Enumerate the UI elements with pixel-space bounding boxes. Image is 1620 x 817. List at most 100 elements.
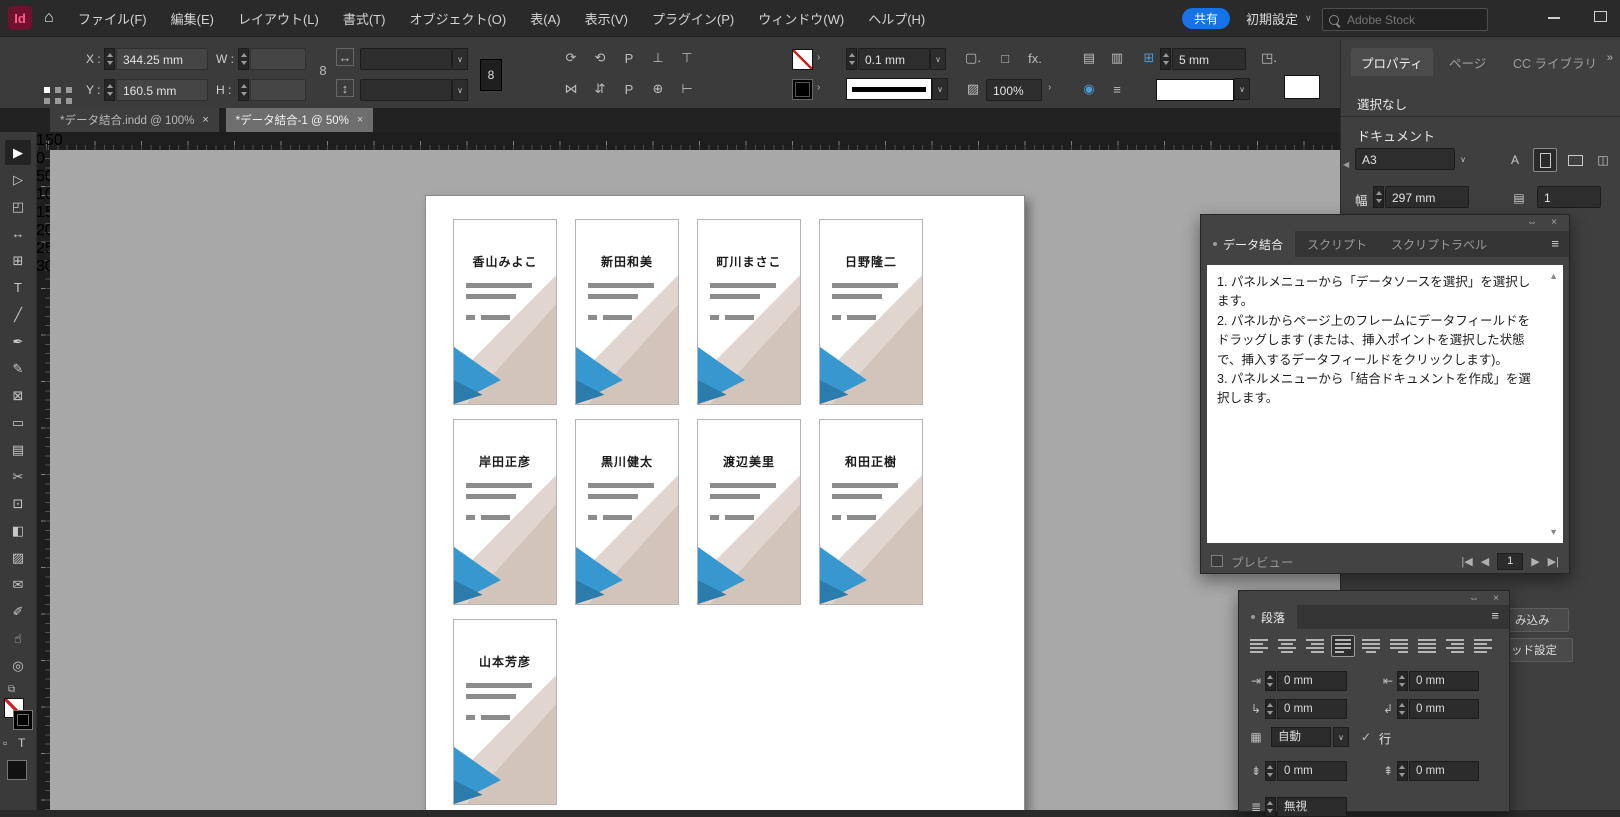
justify-all-button[interactable]	[1415, 635, 1439, 657]
constrain-dimensions-icon[interactable]: 8	[312, 59, 334, 81]
frame-fitting-icon[interactable]: □	[994, 47, 1016, 69]
properties-dock-tab[interactable]: プロパティ	[1351, 48, 1433, 76]
grid-snap-field[interactable]: 無視	[1277, 797, 1347, 817]
line-tool[interactable]: ╱	[5, 302, 31, 327]
document-setup-icon[interactable]: ◫	[1591, 148, 1615, 172]
first-record-icon[interactable]: |◀	[1461, 555, 1472, 568]
frame-tool[interactable]: ⊠	[5, 383, 31, 408]
maximize-icon[interactable]	[1594, 11, 1607, 22]
flip-vertical-icon[interactable]: ⇵	[589, 78, 611, 100]
free-transform-tool[interactable]: ⊡	[5, 491, 31, 516]
gradient-tool[interactable]: ◧	[5, 518, 31, 543]
business-card[interactable]: 日野隆二	[819, 219, 923, 405]
last-record-icon[interactable]: ▶|	[1548, 555, 1559, 568]
align-right-button[interactable]	[1303, 635, 1327, 657]
last-line-indent-field[interactable]: 0 mm	[1409, 699, 1479, 719]
width-value-field[interactable]: 297 mm	[1385, 186, 1469, 208]
formatting-text-icon[interactable]: T	[18, 736, 25, 750]
business-card[interactable]: 渡辺美里	[697, 419, 801, 605]
data-merge-panel-tab[interactable]: スクリプト	[1295, 231, 1379, 257]
record-number-field[interactable]: 1	[1497, 553, 1523, 570]
business-card[interactable]: 香山みよこ	[453, 219, 557, 405]
corner-radius-stepper[interactable]	[1160, 48, 1171, 70]
dock-collapse-chevron-icon[interactable]: ◀	[1343, 160, 1349, 169]
selection-tool[interactable]: ▶	[5, 140, 31, 165]
stroke-weight-chevron-icon[interactable]: ∨	[930, 48, 946, 70]
units-icon[interactable]: A	[1503, 148, 1527, 172]
grid-snap-stepper[interactable]	[1265, 797, 1276, 817]
live-corner-icon[interactable]: ⊞	[1138, 47, 1160, 69]
screen-mode-icon[interactable]	[7, 760, 27, 780]
justify-last-center-button[interactable]	[1359, 635, 1383, 657]
left-indent-field[interactable]: 0 mm	[1277, 671, 1347, 691]
corner-options-icon[interactable]: ▢.	[962, 47, 984, 69]
type-tool[interactable]: T	[5, 275, 31, 300]
landscape-orientation-icon[interactable]	[1563, 148, 1587, 172]
document-tab[interactable]: *データ結合.indd @ 100%×	[50, 108, 219, 132]
hand-tool[interactable]: ☝	[5, 626, 31, 651]
share-button[interactable]: 共有	[1182, 8, 1230, 29]
stroke-swatch-black[interactable]	[792, 79, 813, 100]
page-tool[interactable]: ◰	[5, 194, 31, 219]
vertical-ruler[interactable]: 050100150200250300	[36, 150, 50, 810]
workspace-switcher[interactable]: 初期設定 ∨	[1246, 0, 1312, 36]
menu-item[interactable]: 表示(V)	[585, 9, 628, 28]
properties-dock-tab[interactable]: ページ	[1439, 48, 1496, 76]
constrain-scale-icon[interactable]: 8	[480, 59, 502, 91]
document-page[interactable]: 香山みよこ新田和美町川まさこ日野隆二岸田正彦黒川健太渡辺美里和田正樹山本芳彦	[425, 195, 1025, 810]
swatch-bar-chevron-icon[interactable]: ∨	[1234, 78, 1250, 100]
flip-horizontal-icon[interactable]: ⋈	[560, 78, 582, 100]
formatting-container-icon[interactable]: ▫	[3, 736, 7, 750]
grid-settings-button-partial[interactable]: ッド設定	[1503, 638, 1573, 662]
corner-radius-field[interactable]: 5 mm	[1172, 48, 1246, 70]
distribute-icon[interactable]: ⊤	[676, 47, 698, 69]
collapse-panel-icon[interactable]: ⇔	[1469, 593, 1479, 604]
align-toward-spine-button[interactable]	[1443, 635, 1467, 657]
h-value-field[interactable]	[250, 79, 306, 101]
left-indent-field-stepper[interactable]	[1265, 671, 1276, 691]
rotate-content-icon[interactable]: P	[618, 78, 640, 100]
x-stepper[interactable]	[104, 48, 115, 70]
swatch-preview-bar[interactable]	[1156, 79, 1234, 101]
eyedropper-tool[interactable]: ✐	[5, 599, 31, 624]
wrap-options-icon[interactable]: ≡	[1106, 78, 1128, 100]
indesign-logo[interactable]: Id	[8, 6, 32, 30]
space-before-field-stepper[interactable]	[1265, 761, 1276, 781]
scroll-up-icon[interactable]: ▲	[1549, 271, 1558, 281]
rotate-cw-icon[interactable]: ⟳	[560, 47, 582, 69]
gap-tool[interactable]: ↔	[5, 221, 31, 246]
collapse-panel-icon[interactable]: ⇔	[1527, 217, 1537, 228]
business-card[interactable]: 新田和美	[575, 219, 679, 405]
default-swatches-icon[interactable]: ⧉	[8, 684, 15, 695]
business-card[interactable]: 岸田正彦	[453, 419, 557, 605]
tab-paragraph[interactable]: 段落	[1239, 605, 1297, 629]
first-line-indent-field-stepper[interactable]	[1265, 699, 1276, 719]
menu-item[interactable]: 書式(T)	[343, 9, 386, 28]
home-icon[interactable]: ⌂	[44, 0, 54, 36]
line-grid-field[interactable]: 自動	[1271, 727, 1331, 747]
document-tab[interactable]: *データ結合-1 @ 50%×	[226, 108, 374, 132]
w-stepper[interactable]	[238, 48, 249, 70]
page-size-dropdown[interactable]: A3	[1355, 148, 1455, 170]
justify-last-right-button[interactable]	[1387, 635, 1411, 657]
h-stepper[interactable]	[238, 79, 249, 101]
align-left-button[interactable]	[1247, 635, 1271, 657]
close-panel-icon[interactable]: ×	[1551, 217, 1557, 228]
adobe-stock-search[interactable]	[1322, 8, 1488, 31]
opacity-flyout-icon[interactable]: ›	[1048, 82, 1051, 93]
stroke-flyout-icon[interactable]: ›	[817, 82, 820, 93]
business-card[interactable]: 和田正樹	[819, 419, 923, 605]
align-away-from-spine-button[interactable]	[1471, 635, 1495, 657]
space-after-field[interactable]: 0 mm	[1409, 761, 1479, 781]
stroke-weight-field[interactable]: 0.1 mm	[858, 48, 930, 70]
y-value-field[interactable]: 160.5 mm	[116, 79, 208, 101]
align-top-icon[interactable]: ⊥	[647, 47, 669, 69]
space-before-field[interactable]: 0 mm	[1277, 761, 1347, 781]
collapse-dock-icon[interactable]: »	[1607, 52, 1613, 64]
object-options-icon[interactable]: ◳.	[1258, 47, 1280, 69]
check-icon[interactable]: ✓	[1357, 727, 1375, 747]
menu-item[interactable]: ヘルプ(H)	[868, 9, 925, 28]
menu-item[interactable]: オブジェクト(O)	[409, 9, 506, 28]
menu-item[interactable]: 編集(E)	[171, 9, 214, 28]
close-tab-icon[interactable]: ×	[357, 114, 363, 126]
